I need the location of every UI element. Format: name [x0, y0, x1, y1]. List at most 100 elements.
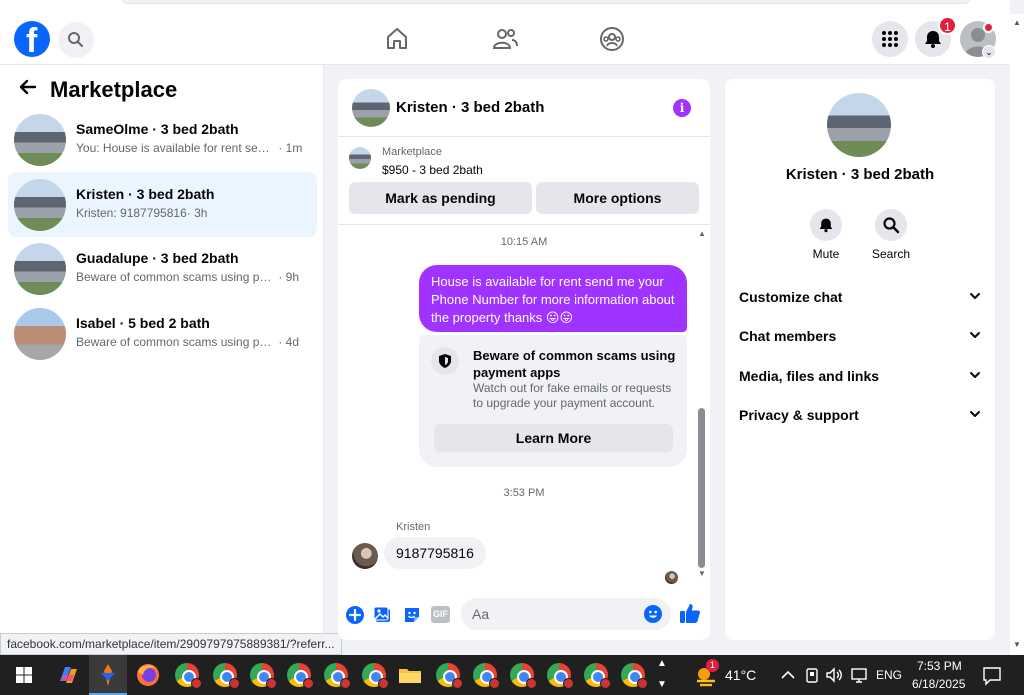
chrome-profile-icon[interactable]: [436, 663, 463, 689]
chrome-profile-icon[interactable]: [213, 663, 240, 689]
info-icon[interactable]: i: [673, 99, 691, 117]
message-input[interactable]: [461, 598, 671, 630]
section-chat-members[interactable]: Chat members: [739, 324, 981, 348]
search-icon: [883, 217, 900, 234]
listing-thumbnail: [14, 243, 66, 295]
volume-icon[interactable]: [820, 661, 848, 689]
search-label: Search: [871, 247, 911, 261]
file-explorer-icon[interactable]: [396, 661, 424, 689]
chrome-profile-icon[interactable]: [547, 663, 574, 689]
section-privacy-support[interactable]: Privacy & support: [739, 403, 981, 427]
sender-name: Kristen: [396, 521, 431, 533]
scroll-up-icon[interactable]: ▲: [1013, 18, 1021, 27]
gif-icon[interactable]: GIF: [431, 606, 450, 623]
weather-temperature[interactable]: 41°C: [725, 667, 756, 683]
chrome-profile-icon[interactable]: [473, 663, 500, 689]
conversation-time: · 3h: [186, 206, 208, 220]
sender-avatar[interactable]: [352, 543, 378, 569]
mark-as-pending-button[interactable]: Mark as pending: [349, 182, 532, 214]
chrome-profile-icon[interactable]: [175, 663, 202, 689]
conversation-preview: Kristen: 9187795816: [76, 206, 187, 220]
groups-icon[interactable]: [597, 24, 627, 54]
friends-icon[interactable]: [490, 24, 520, 54]
listing-profile-image[interactable]: [827, 93, 891, 157]
scroll-thumb[interactable]: [698, 408, 705, 568]
conversation-item[interactable]: Guadalupe · 3 bed 2bath Beware of common…: [8, 236, 317, 301]
home-icon[interactable]: [382, 24, 412, 54]
section-label: Media, files and links: [739, 368, 880, 384]
conversation-item[interactable]: Isabel · 5 bed 2 bath Beware of common s…: [8, 301, 317, 366]
windows-start-icon[interactable]: [10, 661, 38, 689]
section-media-files-links[interactable]: Media, files and links: [739, 364, 981, 388]
clock-date[interactable]: 6/18/2025: [912, 677, 965, 691]
menu-button[interactable]: [872, 21, 908, 57]
firefox-icon[interactable]: [134, 661, 162, 689]
learn-more-button[interactable]: Learn More: [434, 424, 673, 452]
scroll-up-icon[interactable]: ▲: [698, 229, 706, 238]
scroll-down-icon[interactable]: ▼: [1013, 640, 1021, 649]
listing-price[interactable]: $950 - 3 bed 2bath: [382, 163, 483, 177]
scam-warning-title: Beware of common scams using payment app…: [473, 348, 676, 380]
notification-center-icon[interactable]: [978, 661, 1006, 689]
listing-thumbnail: [14, 308, 66, 360]
notifications-button[interactable]: 1: [915, 16, 957, 57]
search-button[interactable]: [58, 22, 94, 58]
taskbar-overflow-arrows[interactable]: ▲ ▼: [655, 655, 669, 695]
grid-menu-icon: [882, 31, 898, 47]
chevron-down-icon: [970, 372, 980, 378]
more-options-button[interactable]: More options: [536, 182, 699, 214]
chrome-profile-icon[interactable]: [584, 663, 611, 689]
chrome-profile-icon[interactable]: [621, 663, 648, 689]
mute-button[interactable]: Mute: [796, 209, 856, 261]
sidebar-title: Marketplace: [50, 77, 178, 102]
chrome-profile-icon[interactable]: [287, 663, 314, 689]
conversation-item-active[interactable]: Kristen · 3 bed 2bath Kristen: 918779581…: [8, 172, 317, 237]
conversation-preview: Beware of common scams using payment app…: [76, 270, 275, 284]
chat-thumbnail[interactable]: [352, 89, 390, 127]
section-label: Chat members: [739, 328, 837, 344]
network-icon[interactable]: [845, 661, 873, 689]
message-thread[interactable]: 10:15 AM House is available for rent sen…: [338, 225, 710, 590]
chrome-profile-icon[interactable]: [362, 663, 389, 689]
sticker-icon[interactable]: [402, 605, 422, 625]
back-arrow-icon[interactable]: [18, 77, 38, 103]
page-scrollbar[interactable]: ▲ ▼: [1010, 14, 1024, 655]
seen-indicator-avatar: [665, 571, 678, 584]
chevron-down-icon: [970, 411, 980, 417]
timestamp: 3:53 PM: [503, 487, 545, 499]
chevron-down-icon: [970, 293, 980, 299]
search-conversation-button[interactable]: Search: [861, 209, 921, 261]
scroll-down-icon[interactable]: ▼: [698, 569, 706, 578]
weather-badge: 1: [706, 659, 719, 672]
mute-label: Mute: [812, 247, 840, 261]
timestamp: 10:15 AM: [500, 236, 548, 248]
chrome-profile-icon[interactable]: [250, 663, 277, 689]
copilot-icon[interactable]: [54, 661, 82, 689]
chat-scrollbar[interactable]: ▲ ▼: [695, 225, 709, 580]
app-icon[interactable]: [94, 661, 122, 689]
conversation-time: · 9h: [278, 270, 300, 284]
outgoing-message[interactable]: House is available for rent send me your…: [419, 265, 687, 332]
chevron-down-icon[interactable]: ⌄: [982, 45, 996, 59]
listing-thumbnail[interactable]: [349, 147, 371, 169]
clock-time[interactable]: 7:53 PM: [917, 659, 962, 673]
chrome-profile-icon[interactable]: [324, 663, 351, 689]
conversation-item[interactable]: SameOlme · 3 bed 2bath You: House is ava…: [8, 107, 317, 172]
incoming-message[interactable]: 9187795816: [384, 537, 486, 569]
listing-source: Marketplace: [382, 146, 442, 158]
conversation-time: · 1m: [278, 141, 303, 155]
chat-info-panel: Kristen · 3 bed 2bath Mute Search Custom…: [725, 79, 995, 640]
facebook-logo-icon[interactable]: f: [14, 21, 50, 59]
photo-icon[interactable]: [373, 605, 393, 625]
link-preview-status: facebook.com/marketplace/item/2909797975…: [0, 633, 342, 655]
listing-summary: Marketplace $950 - 3 bed 2bath Mark as p…: [338, 137, 710, 225]
chat-title[interactable]: Kristen · 3 bed 2bath: [396, 99, 544, 116]
plus-icon[interactable]: [345, 605, 365, 625]
section-customize-chat[interactable]: Customize chat: [739, 285, 981, 309]
emoji-icon[interactable]: [644, 605, 662, 623]
chevron-down-icon: [970, 332, 980, 338]
language-indicator[interactable]: ENG: [876, 668, 902, 682]
thumbs-up-icon[interactable]: [679, 602, 701, 624]
chrome-profile-icon[interactable]: [510, 663, 537, 689]
address-bar[interactable]: [122, 0, 970, 4]
